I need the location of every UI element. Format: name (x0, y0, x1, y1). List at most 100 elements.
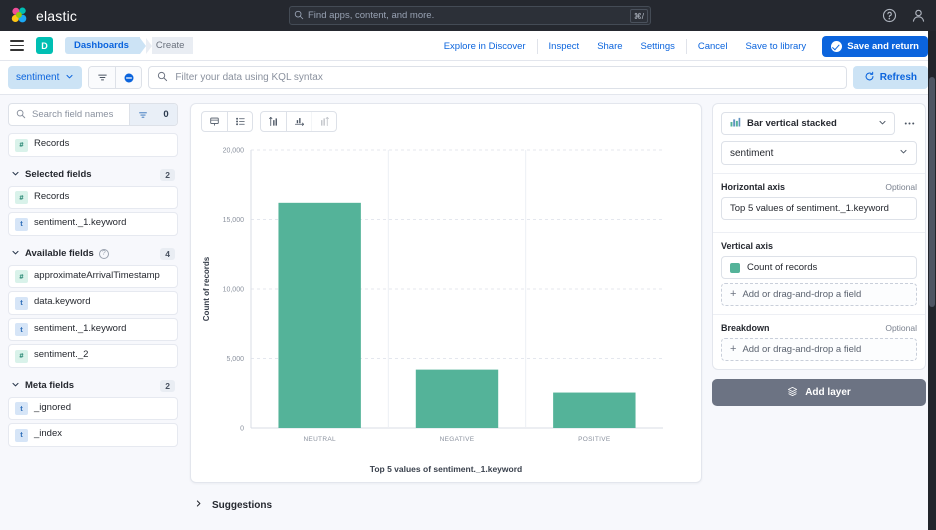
field-list-panel: Search field names 0 # Records Selected … (0, 95, 186, 530)
field-item-index[interactable]: t _index (8, 423, 178, 447)
pinned-field-wrapper: # Records (8, 133, 178, 157)
lens-body: Search field names 0 # Records Selected … (0, 95, 936, 530)
data-view-selector[interactable]: sentiment (8, 66, 83, 89)
dimension-label: Top 5 values of sentiment._1.keyword (730, 203, 889, 214)
refresh-icon (864, 71, 875, 85)
field-item-sentiment-2[interactable]: # sentiment._2 (8, 344, 178, 368)
help-icon[interactable] (882, 8, 897, 23)
chart-x-axis-title: Top 5 values of sentiment._1.keyword (369, 464, 523, 474)
dimension-horizontal-axis[interactable]: Top 5 values of sentiment._1.keyword (721, 197, 917, 220)
inspect-button[interactable]: Inspect (540, 41, 589, 52)
dropzone-vertical-axis[interactable]: + Add or drag-and-drop a field (721, 283, 917, 306)
field-group-count: 2 (160, 168, 175, 181)
config-data-view-label: sentiment (730, 147, 774, 159)
field-label: _ignored (34, 401, 71, 413)
suggestions-accordion[interactable]: Suggestions (190, 493, 702, 517)
field-label: sentiment._2 (34, 349, 89, 360)
field-label: sentiment._1.keyword (34, 217, 127, 228)
elastic-brand[interactable]: elastic (10, 6, 77, 25)
help-icon[interactable]: ? (98, 248, 109, 259)
search-icon (16, 106, 26, 124)
field-item-records-pinned[interactable]: # Records (8, 133, 178, 157)
svg-text:0: 0 (240, 426, 244, 433)
chart-workspace: 0 5,000 10,000 15,000 20,000 Count of records… (186, 95, 708, 530)
disable-filters-button[interactable] (115, 67, 142, 88)
menu-toggle-button[interactable] (10, 40, 24, 51)
field-item-approximatearrivaltimestamp[interactable]: # approximateArrivalTimestamp (8, 264, 178, 288)
field-group-meta-fields[interactable]: Meta fields 2 (8, 371, 178, 397)
field-type-filter-button[interactable] (129, 104, 155, 125)
add-layer-button[interactable]: Add layer (712, 379, 926, 406)
search-icon (294, 7, 304, 25)
config-header: Bar vertical stacked sentiment (713, 104, 925, 174)
settings-button[interactable]: Settings (632, 41, 684, 52)
space-avatar[interactable]: D (36, 37, 53, 54)
svg-text:POSITIVE: POSITIVE (578, 436, 611, 443)
field-search-placeholder: Search field names (32, 109, 114, 120)
chart-canvas[interactable]: 0 5,000 10,000 15,000 20,000 Count of records… (191, 138, 701, 464)
layer-actions-menu-button[interactable] (901, 117, 917, 130)
dimension-vertical-axis[interactable]: Count of records (721, 256, 917, 279)
field-group-selected-fields[interactable]: Selected fields 2 (8, 160, 178, 186)
suggestions-label: Suggestions (212, 499, 273, 511)
kql-placeholder: Filter your data using KQL syntax (175, 72, 323, 83)
user-avatar-icon[interactable] (911, 8, 926, 23)
refresh-button[interactable]: Refresh (852, 66, 928, 89)
field-search-input[interactable]: Search field names (9, 104, 129, 125)
chevron-down-icon (11, 380, 20, 392)
chart-type-label: Bar vertical stacked (747, 118, 837, 129)
field-label: data.keyword (34, 296, 91, 307)
field-type-number-icon: # (15, 191, 28, 204)
right-axis-options-button[interactable] (311, 111, 336, 131)
field-group-count: 2 (160, 379, 175, 392)
bottom-axis-options-button[interactable] (286, 111, 311, 131)
data-view-label: sentiment (16, 72, 60, 83)
bar-chart[interactable]: 0 5,000 10,000 15,000 20,000 Count of records… (195, 142, 673, 454)
explore-in-discover-link[interactable]: Explore in Discover (435, 41, 535, 52)
chart-type-row: Bar vertical stacked (721, 112, 917, 135)
refresh-label: Refresh (879, 72, 917, 83)
series-color-swatch (730, 262, 740, 273)
dropzone-breakdown[interactable]: + Add or drag-and-drop a field (721, 338, 917, 361)
action-divider-2 (685, 38, 687, 54)
save-to-library-button[interactable]: Save to library (736, 41, 815, 52)
chart-panel: 0 5,000 10,000 15,000 20,000 Count of records… (190, 103, 702, 483)
chart-type-selector[interactable]: Bar vertical stacked (721, 112, 895, 135)
field-type-string-icon: t (15, 402, 28, 415)
layers-icon (787, 386, 798, 400)
svg-text:15,000: 15,000 (223, 217, 245, 224)
page-scrollbar-track[interactable] (928, 31, 936, 530)
section-optional-label: Optional (885, 182, 917, 192)
kql-query-input[interactable]: Filter your data using KQL syntax (148, 66, 847, 89)
chevron-down-icon (899, 147, 908, 159)
section-header: Vertical axis (721, 241, 917, 251)
breadcrumb: Dashboards Create (65, 37, 194, 54)
field-group-title: Selected fields (25, 169, 92, 180)
svg-text:Count of records: Count of records (202, 256, 211, 321)
left-axis-options-button[interactable] (261, 112, 286, 131)
cancel-button[interactable]: Cancel (689, 41, 737, 52)
share-button[interactable]: Share (588, 41, 631, 52)
field-item-sentiment-1-keyword[interactable]: t sentiment._1.keyword (8, 212, 178, 236)
breadcrumb-create[interactable]: Create (151, 37, 194, 54)
add-filter-button[interactable] (89, 67, 116, 88)
page-scrollbar-thumb[interactable] (929, 77, 935, 307)
dropzone-label: Add or drag-and-drop a field (742, 344, 862, 355)
svg-text:20,000: 20,000 (223, 148, 245, 155)
field-filter-count: 0 (155, 104, 177, 125)
legend-options-button[interactable] (227, 111, 252, 131)
field-item-records[interactable]: # Records (8, 185, 178, 209)
field-item-sentiment-1-keyword-available[interactable]: t sentiment._1.keyword (8, 317, 178, 341)
field-item-ignored[interactable]: t _ignored (8, 396, 178, 420)
visual-options-button[interactable] (202, 112, 227, 131)
global-search-input[interactable]: Find apps, content, and more. ⌘/ (289, 6, 651, 25)
field-search-row: Search field names 0 (8, 103, 178, 126)
breadcrumb-dashboards[interactable]: Dashboards (65, 37, 140, 54)
app-breadcrumb-bar: D Dashboards Create Explore in Discover … (0, 31, 936, 61)
field-item-data-keyword[interactable]: t data.keyword (8, 291, 178, 315)
section-title: Vertical axis (721, 241, 774, 251)
config-data-view-selector[interactable]: sentiment (721, 141, 917, 165)
chevron-down-icon (65, 72, 74, 84)
field-group-available-fields[interactable]: Available fields ? 4 (8, 239, 178, 265)
save-and-return-button[interactable]: Save and return (822, 35, 928, 57)
